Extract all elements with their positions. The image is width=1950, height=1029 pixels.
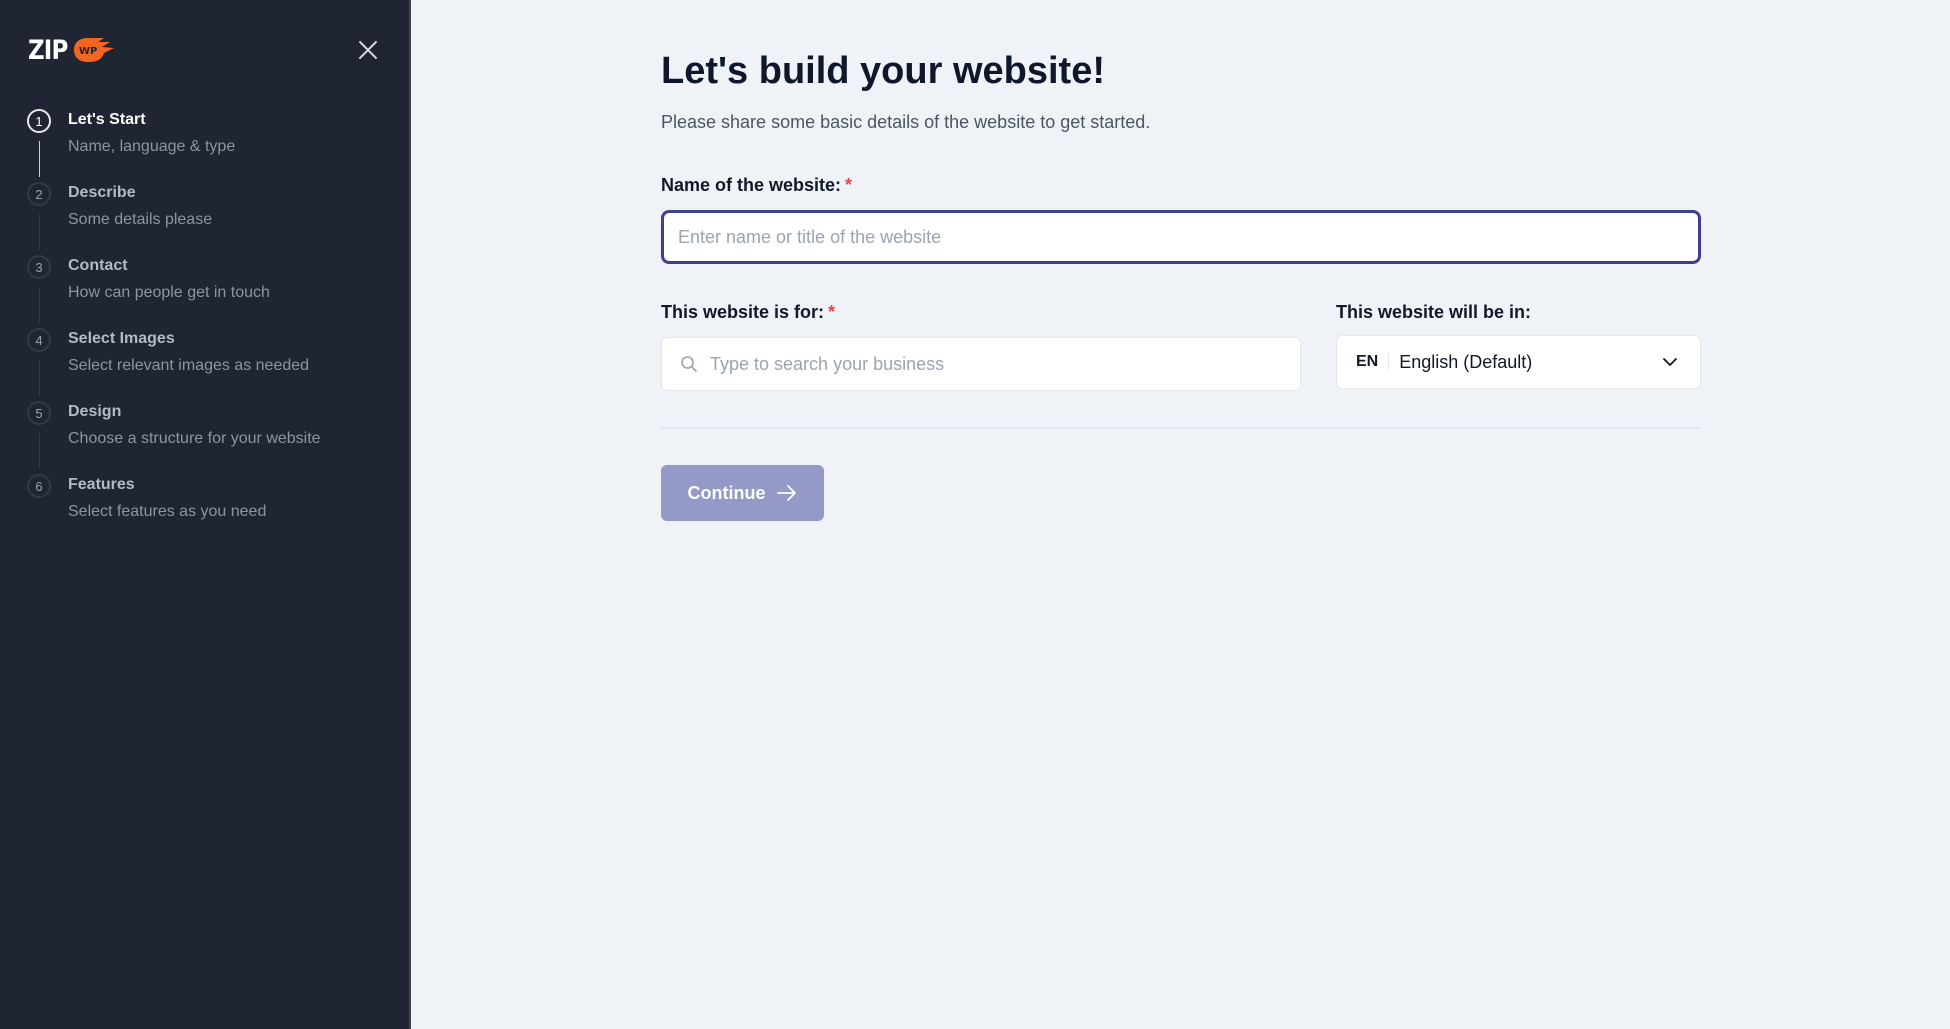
step-subtitle: How can people get in touch <box>68 284 270 301</box>
step-connector <box>39 141 40 177</box>
chevron-down-icon[interactable] <box>1660 352 1680 372</box>
step-number: 3 <box>27 255 51 279</box>
step-number: 5 <box>27 401 51 425</box>
step-connector <box>39 287 40 323</box>
step-title: Describe <box>68 184 136 201</box>
website-name-label-text: Name of the website: <box>661 175 842 195</box>
page-title: Let's build your website! <box>661 50 1105 92</box>
website-name-label: Name of the website: * <box>661 175 852 196</box>
close-button[interactable] <box>356 38 380 62</box>
required-mark: * <box>828 302 836 322</box>
step-number: 2 <box>27 182 51 206</box>
language-selected: English (Default) <box>1399 351 1533 372</box>
sidebar: ZIP WP 1 Let's Start Name, language & ty… <box>0 0 411 1029</box>
required-mark: * <box>845 175 853 195</box>
logo-text: ZIP <box>28 34 68 66</box>
close-icon[interactable] <box>356 38 380 62</box>
search-icon <box>681 356 697 372</box>
step-subtitle: Select relevant images as needed <box>68 357 310 374</box>
step-number: 6 <box>27 474 51 498</box>
form-divider <box>661 427 1701 429</box>
step-number: 4 <box>27 328 51 352</box>
continue-label: Continue <box>687 482 766 503</box>
step-title: Design <box>68 403 122 420</box>
step-title: Contact <box>68 257 128 274</box>
business-search-input[interactable] <box>698 337 1300 391</box>
step-subtitle: Some details please <box>68 211 213 228</box>
page-subtitle: Please share some basic details of the w… <box>661 112 1151 132</box>
continue-button[interactable]: Continue <box>661 465 824 521</box>
step-connector <box>39 360 40 396</box>
language-separator <box>1388 353 1390 371</box>
logo-wp-text: WP <box>79 46 97 57</box>
arrow-right-icon <box>776 485 796 501</box>
step-title: Let's Start <box>68 111 146 128</box>
step-title: Select Images <box>68 330 175 347</box>
business-label-text: This website is for: <box>661 302 825 322</box>
language-select[interactable]: EN English (Default) <box>1336 335 1701 389</box>
step-subtitle: Name, language & type <box>68 138 236 155</box>
business-label: This website is for: * <box>661 302 835 323</box>
zipwp-logo: ZIP WP <box>28 34 115 66</box>
step-title: Features <box>68 476 135 493</box>
website-name-input[interactable] <box>661 210 1701 264</box>
language-code: EN <box>1356 353 1379 370</box>
step-subtitle: Choose a structure for your website <box>68 430 321 447</box>
step-number: 1 <box>27 109 51 133</box>
business-search-field[interactable] <box>661 337 1301 391</box>
step-subtitle: Select features as you need <box>68 503 267 520</box>
language-label: This website will be in: <box>1336 302 1532 322</box>
step-connector <box>39 214 40 250</box>
step-connector <box>39 433 40 469</box>
logo-flame-icon: WP <box>70 36 115 64</box>
